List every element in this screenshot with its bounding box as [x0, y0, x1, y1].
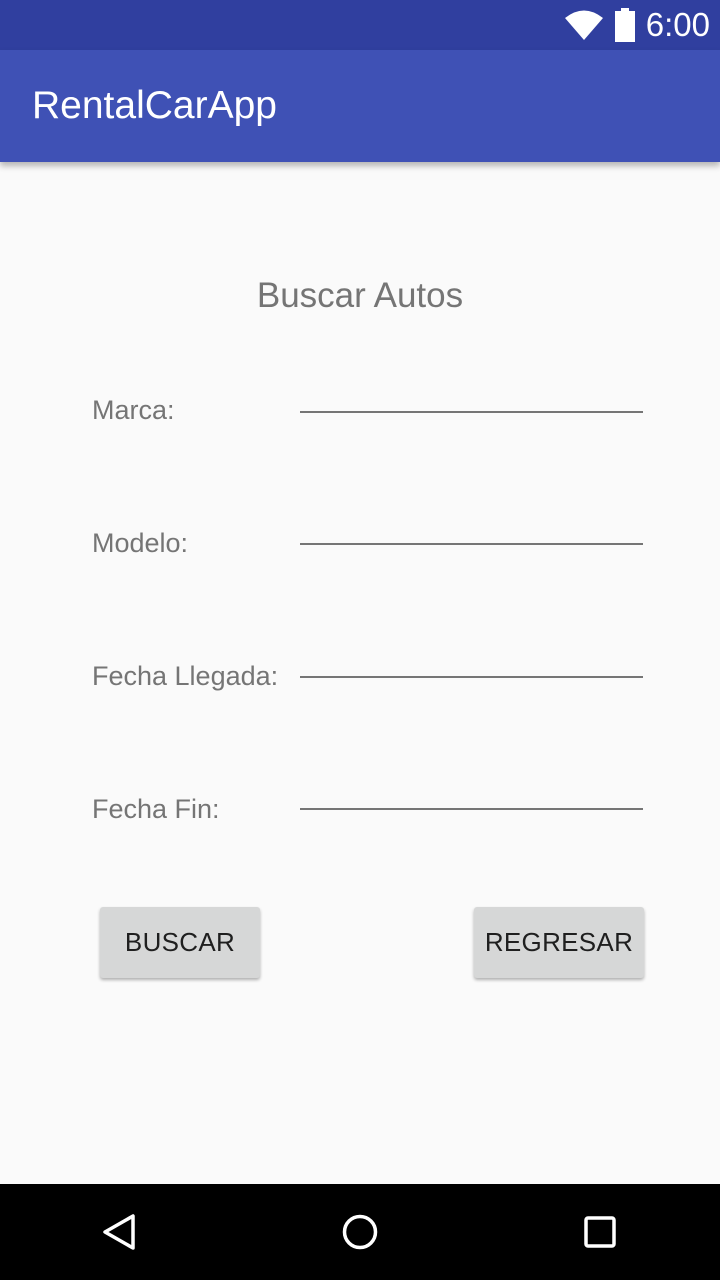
- page-title: Buscar Autos: [256, 276, 464, 315]
- home-button[interactable]: [330, 1202, 390, 1262]
- back-button[interactable]: [90, 1202, 150, 1262]
- fecha-fin-label: Fecha Fin:: [92, 794, 220, 824]
- regresar-button[interactable]: REGRESAR: [474, 907, 644, 978]
- marca-label: Marca:: [92, 395, 175, 425]
- search-form: Buscar Autos Marca: Modelo: Fecha Llegad…: [0, 162, 720, 1184]
- wifi-icon: [564, 10, 603, 40]
- status-icons: 6:00: [564, 0, 710, 50]
- status-time: 6:00: [645, 6, 710, 43]
- recents-button[interactable]: [570, 1202, 630, 1262]
- navigation-bar: [0, 1184, 720, 1280]
- battery-icon: [614, 8, 635, 42]
- modelo-input[interactable]: [300, 507, 643, 545]
- app-title: RentalCarApp: [32, 84, 277, 127]
- fecha-llegada-input[interactable]: [300, 640, 643, 678]
- modelo-label: Modelo:: [92, 528, 189, 558]
- fecha-fin-input[interactable]: [300, 772, 643, 810]
- buscar-button[interactable]: BUSCAR: [100, 907, 260, 978]
- recents-square-icon: [584, 1216, 616, 1248]
- status-bar: 6:00: [0, 0, 720, 50]
- back-triangle-icon: [103, 1214, 135, 1250]
- marca-input[interactable]: [300, 375, 643, 413]
- home-circle-icon: [342, 1214, 378, 1250]
- app-bar: RentalCarApp: [0, 50, 720, 162]
- fecha-llegada-label: Fecha Llegada:: [92, 661, 279, 691]
